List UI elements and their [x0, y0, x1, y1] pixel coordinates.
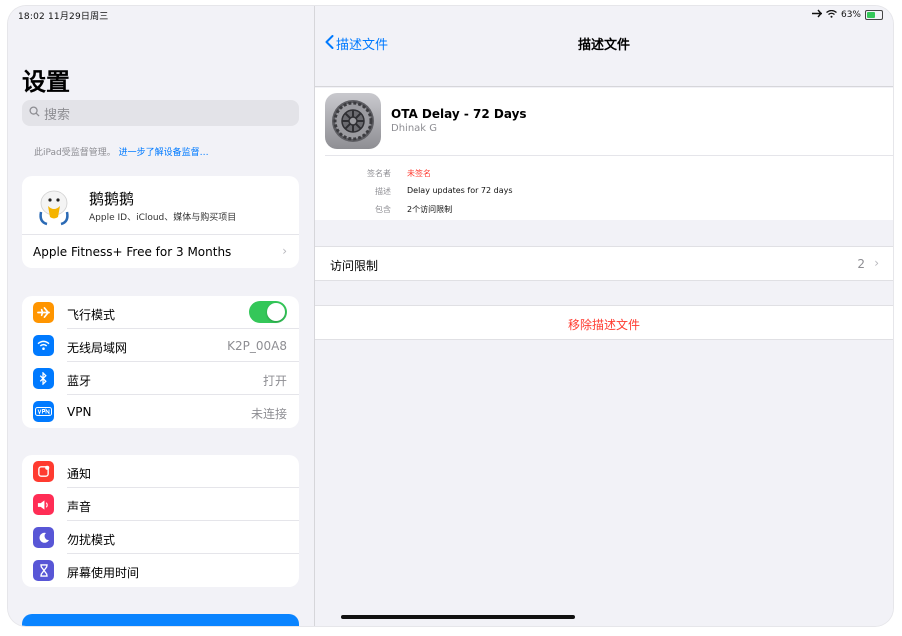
remove-profile-label: 移除描述文件 — [567, 318, 640, 332]
wifi-network-value: K2P_00A8 — [227, 339, 287, 353]
sidebar-item-sounds[interactable]: 声音 — [22, 488, 299, 521]
back-button[interactable]: 描述文件 — [325, 34, 388, 53]
contains-key: 包含 — [375, 205, 391, 214]
sidebar-item-general-selected[interactable] — [22, 614, 299, 626]
back-button-label: 描述文件 — [336, 38, 389, 53]
airplane-mode-toggle[interactable] — [249, 301, 287, 323]
remove-profile-button[interactable]: 移除描述文件 — [315, 305, 893, 340]
chevron-right-icon: › — [282, 244, 287, 258]
sidebar-item-do-not-disturb[interactable]: 勿扰模式 — [22, 521, 299, 554]
settings-sidebar: 设置 搜索 此iPad受监督管理。 进一步了解设备监督… 鹅鹅鹅 Apple I… — [8, 6, 315, 626]
avatar — [31, 182, 77, 228]
hourglass-icon — [33, 560, 54, 581]
bluetooth-icon — [33, 368, 54, 389]
signed-by-key: 签名者 — [367, 169, 391, 178]
apple-id-row[interactable]: 鹅鹅鹅 Apple ID、iCloud、媒体与购买项目 — [22, 176, 299, 235]
notifications-group: 通知 声音 勿扰模式 屏幕使用时间 — [22, 455, 299, 587]
bluetooth-label: 蓝牙 — [67, 374, 92, 388]
status-time-date: 18:02 11月29日周三 — [18, 12, 109, 22]
battery-icon — [865, 10, 883, 20]
divider — [325, 155, 893, 156]
profile-name: 鹅鹅鹅 — [89, 190, 135, 208]
airplane-mode-status-icon — [811, 9, 822, 21]
ipad-screen: 设置 搜索 此iPad受监督管理。 进一步了解设备监督… 鹅鹅鹅 Apple I… — [8, 6, 893, 626]
account-group: 鹅鹅鹅 Apple ID、iCloud、媒体与购买项目 Apple Fitnes… — [22, 176, 299, 268]
search-input[interactable]: 搜索 — [22, 100, 299, 126]
fitness-promo-row[interactable]: Apple Fitness+ Free for 3 Months › — [22, 235, 299, 268]
home-indicator[interactable] — [341, 615, 575, 619]
restrictions-label: 访问限制 — [330, 259, 379, 273]
search-placeholder: 搜索 — [44, 107, 71, 123]
supervision-learn-more-link[interactable]: 进一步了解设备监督… — [119, 148, 209, 158]
battery-fill — [867, 12, 875, 18]
toggle-knob — [267, 303, 285, 321]
moon-icon — [33, 527, 54, 548]
profile-name: OTA Delay - 72 Days — [391, 107, 527, 121]
notifications-label: 通知 — [67, 467, 92, 481]
restrictions-count: 2 — [857, 257, 865, 271]
profile-author: Dhinak G — [391, 123, 438, 134]
vpn-label: VPN — [67, 405, 92, 419]
settings-title: 设置 — [22, 68, 70, 96]
description-key: 描述 — [375, 187, 391, 196]
battery-percent: 63% — [840, 10, 861, 20]
vpn-status-value: 未连接 — [250, 407, 287, 421]
airplane-icon — [33, 302, 54, 323]
supervision-text: 此iPad受监督管理。 — [34, 148, 116, 158]
profile-subtitle: Apple ID、iCloud、媒体与购买项目 — [89, 213, 237, 223]
sidebar-item-bluetooth[interactable]: 蓝牙 打开 — [22, 362, 299, 395]
airplane-mode-label: 飞行模式 — [67, 308, 116, 322]
wifi-label: 无线局域网 — [67, 341, 128, 355]
sidebar-item-wifi[interactable]: 无线局域网 K2P_00A8 — [22, 329, 299, 362]
status-indicators: 63% — [811, 9, 883, 21]
do-not-disturb-label: 勿扰模式 — [67, 533, 116, 547]
profile-card: OTA Delay - 72 Days Dhinak G 签名者 未签名 描述 … — [315, 88, 893, 220]
speaker-icon — [33, 494, 54, 515]
description-value: Delay updates for 72 days — [407, 186, 513, 195]
chevron-right-icon: › — [874, 256, 879, 270]
contains-value: 2个访问限制 — [407, 205, 453, 214]
screen-time-label: 屏幕使用时间 — [67, 566, 140, 580]
connectivity-group: 飞行模式 无线局域网 K2P_00A8 蓝牙 打开 VPN 未连接 — [22, 296, 299, 428]
restrictions-row[interactable]: 访问限制 2 › — [315, 246, 893, 281]
notification-icon — [33, 461, 54, 482]
wifi-status-icon — [826, 9, 837, 21]
settings-gear-icon — [325, 93, 381, 149]
sidebar-item-vpn[interactable]: VPN 未连接 — [22, 395, 299, 428]
sidebar-item-screen-time[interactable]: 屏幕使用时间 — [22, 554, 299, 587]
signed-by-value: 未签名 — [407, 169, 431, 178]
fitness-promo-label: Apple Fitness+ Free for 3 Months — [33, 245, 232, 259]
vpn-icon — [33, 401, 54, 422]
sidebar-item-notifications[interactable]: 通知 — [22, 455, 299, 488]
sounds-label: 声音 — [67, 500, 92, 514]
status-bar: 18:02 11月29日周三 63% — [8, 6, 893, 24]
wifi-icon — [33, 335, 54, 356]
supervision-notice: 此iPad受监督管理。 进一步了解设备监督… — [34, 145, 209, 158]
bluetooth-status-value: 打开 — [262, 374, 287, 388]
nav-divider — [315, 86, 893, 87]
chevron-left-icon — [325, 34, 334, 53]
search-icon — [29, 106, 40, 120]
profile-detail-pane: 描述文件 描述文件 OTA Delay - 72 Days Dhinak G 签… — [315, 6, 893, 626]
nav-title: 描述文件 — [577, 38, 630, 53]
sidebar-item-airplane-mode[interactable]: 飞行模式 — [22, 296, 299, 329]
